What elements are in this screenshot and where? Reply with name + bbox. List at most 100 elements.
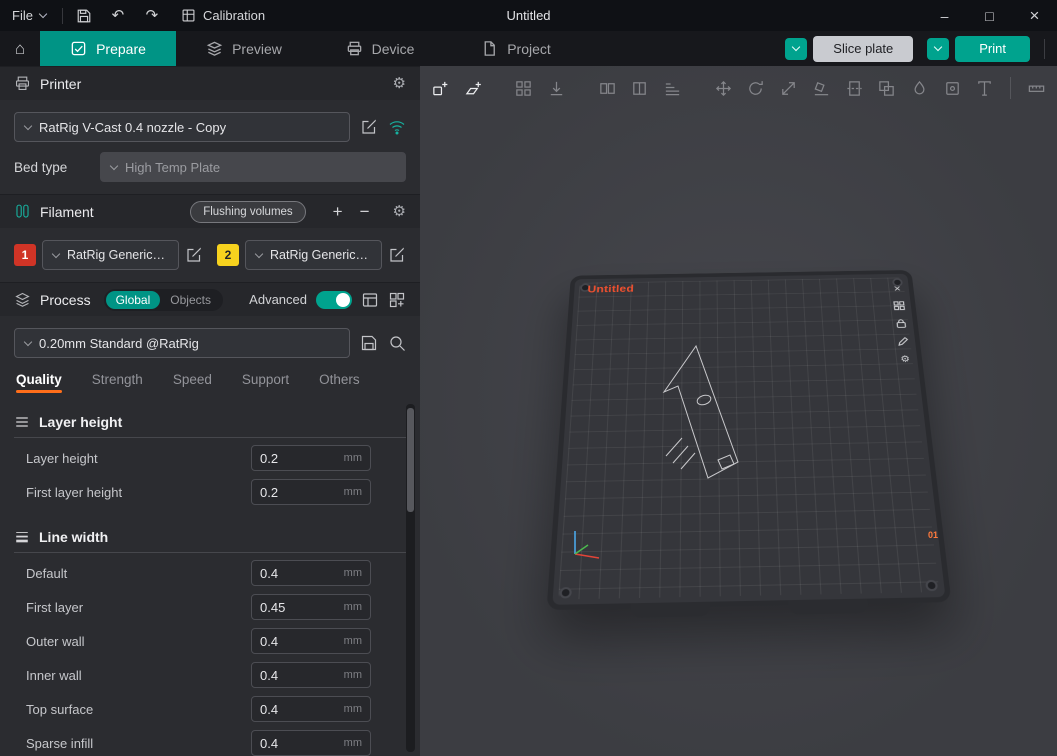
window-controls: – □ × <box>922 0 1057 31</box>
process-tab-others[interactable]: Others <box>319 372 360 393</box>
remove-filament-button[interactable]: − <box>356 203 374 220</box>
add-filament-button[interactable]: + <box>329 203 347 220</box>
group-line-width: Line width Default mm First layer mm <box>14 520 406 756</box>
viewport-3d[interactable]: Untitled × ⚙ <box>420 66 1057 756</box>
unit-label: mm <box>344 567 362 579</box>
plate-lock-icon[interactable] <box>893 317 908 329</box>
tab-device[interactable]: Device <box>312 31 448 66</box>
process-tab-strength[interactable]: Strength <box>92 372 143 393</box>
filament-section-title: Filament <box>40 204 94 220</box>
mesh-boolean-button[interactable] <box>874 75 899 102</box>
line-width-top-surface-input[interactable] <box>260 702 340 717</box>
line-width-sparse-infill-input[interactable] <box>260 736 340 751</box>
process-icon <box>14 291 31 308</box>
process-tab-quality[interactable]: Quality <box>16 372 62 393</box>
slice-plate-button[interactable]: Slice plate <box>813 36 913 62</box>
plate-delete-icon[interactable]: × <box>890 283 905 294</box>
rotate-button[interactable] <box>744 75 769 102</box>
move-button[interactable] <box>711 75 736 102</box>
undo-button[interactable]: ↶ <box>101 0 135 31</box>
settings-compare-icon[interactable] <box>388 291 406 309</box>
variable-layer-height-icon <box>663 79 682 98</box>
move-icon <box>714 79 733 98</box>
scope-global-option[interactable]: Global <box>106 291 161 309</box>
bed-type-select[interactable]: High Temp Plate <box>100 152 406 182</box>
plate-rename-icon[interactable] <box>895 335 911 347</box>
printer-connection-icon[interactable] <box>388 118 406 136</box>
print-button[interactable]: Print <box>955 36 1030 62</box>
edit-filament-2-button[interactable] <box>388 246 406 264</box>
save-button[interactable] <box>67 0 101 31</box>
filament-1-select[interactable]: RatRig Generic PLA <box>42 240 179 270</box>
tab-prepare[interactable]: Prepare <box>40 31 176 66</box>
flushing-volumes-button[interactable]: Flushing volumes <box>190 201 305 223</box>
plate-settings-icon[interactable]: ⚙ <box>897 354 913 366</box>
home-icon: ⌂ <box>15 39 25 59</box>
add-plate-icon <box>464 79 483 98</box>
support-painting-button[interactable] <box>907 75 932 102</box>
maximize-button[interactable]: □ <box>967 0 1012 31</box>
bed-type-value: High Temp Plate <box>125 160 220 175</box>
slice-options-button[interactable] <box>785 38 807 60</box>
plate-arrange-icon[interactable] <box>892 300 907 312</box>
cut-button[interactable] <box>842 75 867 102</box>
process-tab-speed[interactable]: Speed <box>173 372 212 393</box>
close-button[interactable]: × <box>1012 0 1057 31</box>
edit-filament-1-button[interactable] <box>185 246 203 264</box>
line-width-default-input[interactable] <box>260 566 340 581</box>
add-object-button[interactable] <box>428 75 453 102</box>
seam-painting-button[interactable] <box>940 75 965 102</box>
line-width-first-layer-input[interactable] <box>260 600 340 615</box>
split-to-objects-button[interactable] <box>595 75 620 102</box>
wifi-icon <box>388 118 406 136</box>
edit-printer-preset-button[interactable] <box>360 118 378 136</box>
arrange-button[interactable] <box>511 75 536 102</box>
scale-icon <box>779 79 798 98</box>
line-width-outer-wall-input[interactable] <box>260 634 340 649</box>
process-preset-select[interactable]: 0.20mm Standard @RatRig <box>14 328 350 358</box>
calibration-button[interactable]: Calibration <box>169 0 277 31</box>
process-tab-support[interactable]: Support <box>242 372 289 393</box>
split-to-parts-button[interactable] <box>628 75 653 102</box>
filament-2-color-badge[interactable]: 2 <box>217 244 239 266</box>
scrollbar-thumb[interactable] <box>407 408 414 512</box>
settings-list-icon[interactable] <box>361 291 379 309</box>
sidebar-scrollbar[interactable] <box>406 404 415 752</box>
printer-settings-gear-icon[interactable]: ⚙ <box>393 76 406 91</box>
first-layer-height-input[interactable] <box>260 485 340 500</box>
variable-layer-height-button[interactable] <box>660 75 685 102</box>
home-button[interactable]: ⌂ <box>0 31 40 66</box>
print-options-button[interactable] <box>927 38 949 60</box>
filament-2-value: RatRig Generic PLA <box>270 248 371 262</box>
settings-compare-icon-glyph <box>388 291 406 309</box>
process-section-body: 0.20mm Standard @RatRig <box>0 316 420 358</box>
save-preset-button[interactable] <box>360 334 378 352</box>
tab-preview[interactable]: Preview <box>176 31 312 66</box>
rotate-icon <box>746 79 765 98</box>
printer-preset-select[interactable]: RatRig V-Cast 0.4 nozzle - Copy <box>14 112 350 142</box>
filament-1-color-badge[interactable]: 1 <box>14 244 36 266</box>
advanced-toggle[interactable] <box>316 291 352 309</box>
line-width-inner-wall-input[interactable] <box>260 668 340 683</box>
filament-settings-gear-icon[interactable]: ⚙ <box>393 204 406 219</box>
unit-label: mm <box>344 737 362 749</box>
origin-axes-icon <box>568 524 606 562</box>
scope-objects-option[interactable]: Objects <box>160 291 221 309</box>
lay-flat-button[interactable] <box>809 75 834 102</box>
scale-button[interactable] <box>776 75 801 102</box>
layer-height-input[interactable] <box>260 451 340 466</box>
add-plate-button[interactable] <box>461 75 486 102</box>
minimize-button[interactable]: – <box>922 0 967 31</box>
calibration-label: Calibration <box>203 8 265 23</box>
filament-2-select[interactable]: RatRig Generic PLA <box>245 240 382 270</box>
redo-button[interactable]: ↷ <box>135 0 169 31</box>
line-width-top-surface-field: mm <box>251 696 371 722</box>
param-row: First layer height mm <box>14 478 406 506</box>
measure-button[interactable] <box>1024 75 1049 102</box>
model-object-wireframe[interactable] <box>652 342 757 484</box>
file-menu-button[interactable]: File <box>0 0 58 31</box>
text-tool-button[interactable] <box>973 75 998 102</box>
tab-project[interactable]: Project <box>448 31 584 66</box>
auto-orient-button[interactable] <box>544 75 569 102</box>
search-settings-button[interactable] <box>388 334 406 352</box>
